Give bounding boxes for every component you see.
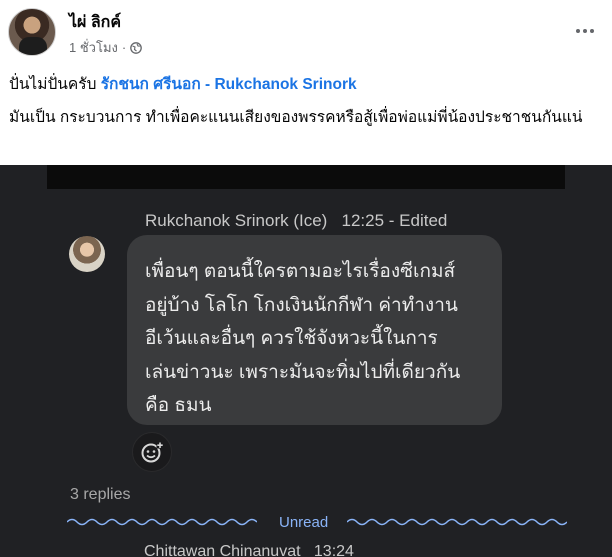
mention-link[interactable]: รักชนก ศรีนอก - Rukchanok Srinork xyxy=(101,76,357,93)
add-emoji-icon xyxy=(132,432,172,472)
next-message-header: Chittawan Chinanuvat 13:24 xyxy=(144,543,354,557)
divider-wave-right xyxy=(347,518,567,526)
message-bubble: เพื่อนๆ ตอนนี้ใครตามอะไรเรื่องซีเกมส์ อย… xyxy=(127,235,502,425)
post-text-prefix: ปั่นไม่ปั่นครับ xyxy=(9,76,101,93)
post-time[interactable]: 1 ชั่วโมง xyxy=(69,37,118,58)
more-options-icon[interactable] xyxy=(572,18,598,44)
post-header: ไผ่ ลิกค์ 1 ชั่วโมง · xyxy=(0,0,612,62)
unread-divider: Unread xyxy=(67,510,567,534)
message-line: อีเว้นและอื่นๆ ควรใช้จังหวะนี้ในการ xyxy=(145,328,438,349)
globe-icon[interactable] xyxy=(130,41,143,54)
message-sender: Rukchanok Srinork (Ice) xyxy=(145,211,328,230)
message-line: คือ ธมน xyxy=(145,395,212,416)
post-meta: 1 ชั่วโมง · xyxy=(69,37,143,58)
sender-avatar xyxy=(69,236,105,272)
message-line: เพื่อนๆ ตอนนี้ใครตามอะไรเรื่องซีเกมส์ xyxy=(145,261,456,282)
message-line: อยู่บ้าง โลโก โกงเงินนักกีฬา ค่าทำงาน xyxy=(145,294,458,316)
post-body-text: มันเป็น กระบวนการ ทำเพื่อคะแนนเสียงของพร… xyxy=(9,109,583,126)
meta-separator: · xyxy=(121,40,127,55)
message-header: Rukchanok Srinork (Ice) 12:25 - Edited xyxy=(145,211,447,231)
screenshot-top-bar xyxy=(47,165,565,189)
author-avatar[interactable] xyxy=(8,8,56,56)
next-message-timestamp: 13:24 xyxy=(313,543,354,557)
message-timestamp: 12:25 xyxy=(341,211,385,230)
edited-label: - Edited xyxy=(388,211,448,230)
unread-label: Unread xyxy=(279,514,329,531)
post-text-line1: ปั่นไม่ปั่นครับ รักชนก ศรีนอก - Rukchano… xyxy=(9,71,357,96)
next-message-sender: Chittawan Chinanuvat xyxy=(144,543,301,557)
divider-wave-left xyxy=(67,518,257,526)
author-name[interactable]: ไผ่ ลิกค์ xyxy=(69,10,121,35)
message-line: เล่นข่าวนะ เพราะมันจะทิ่มไปที่เดียวกัน xyxy=(145,361,461,383)
replies-count: 3 replies xyxy=(70,486,131,503)
